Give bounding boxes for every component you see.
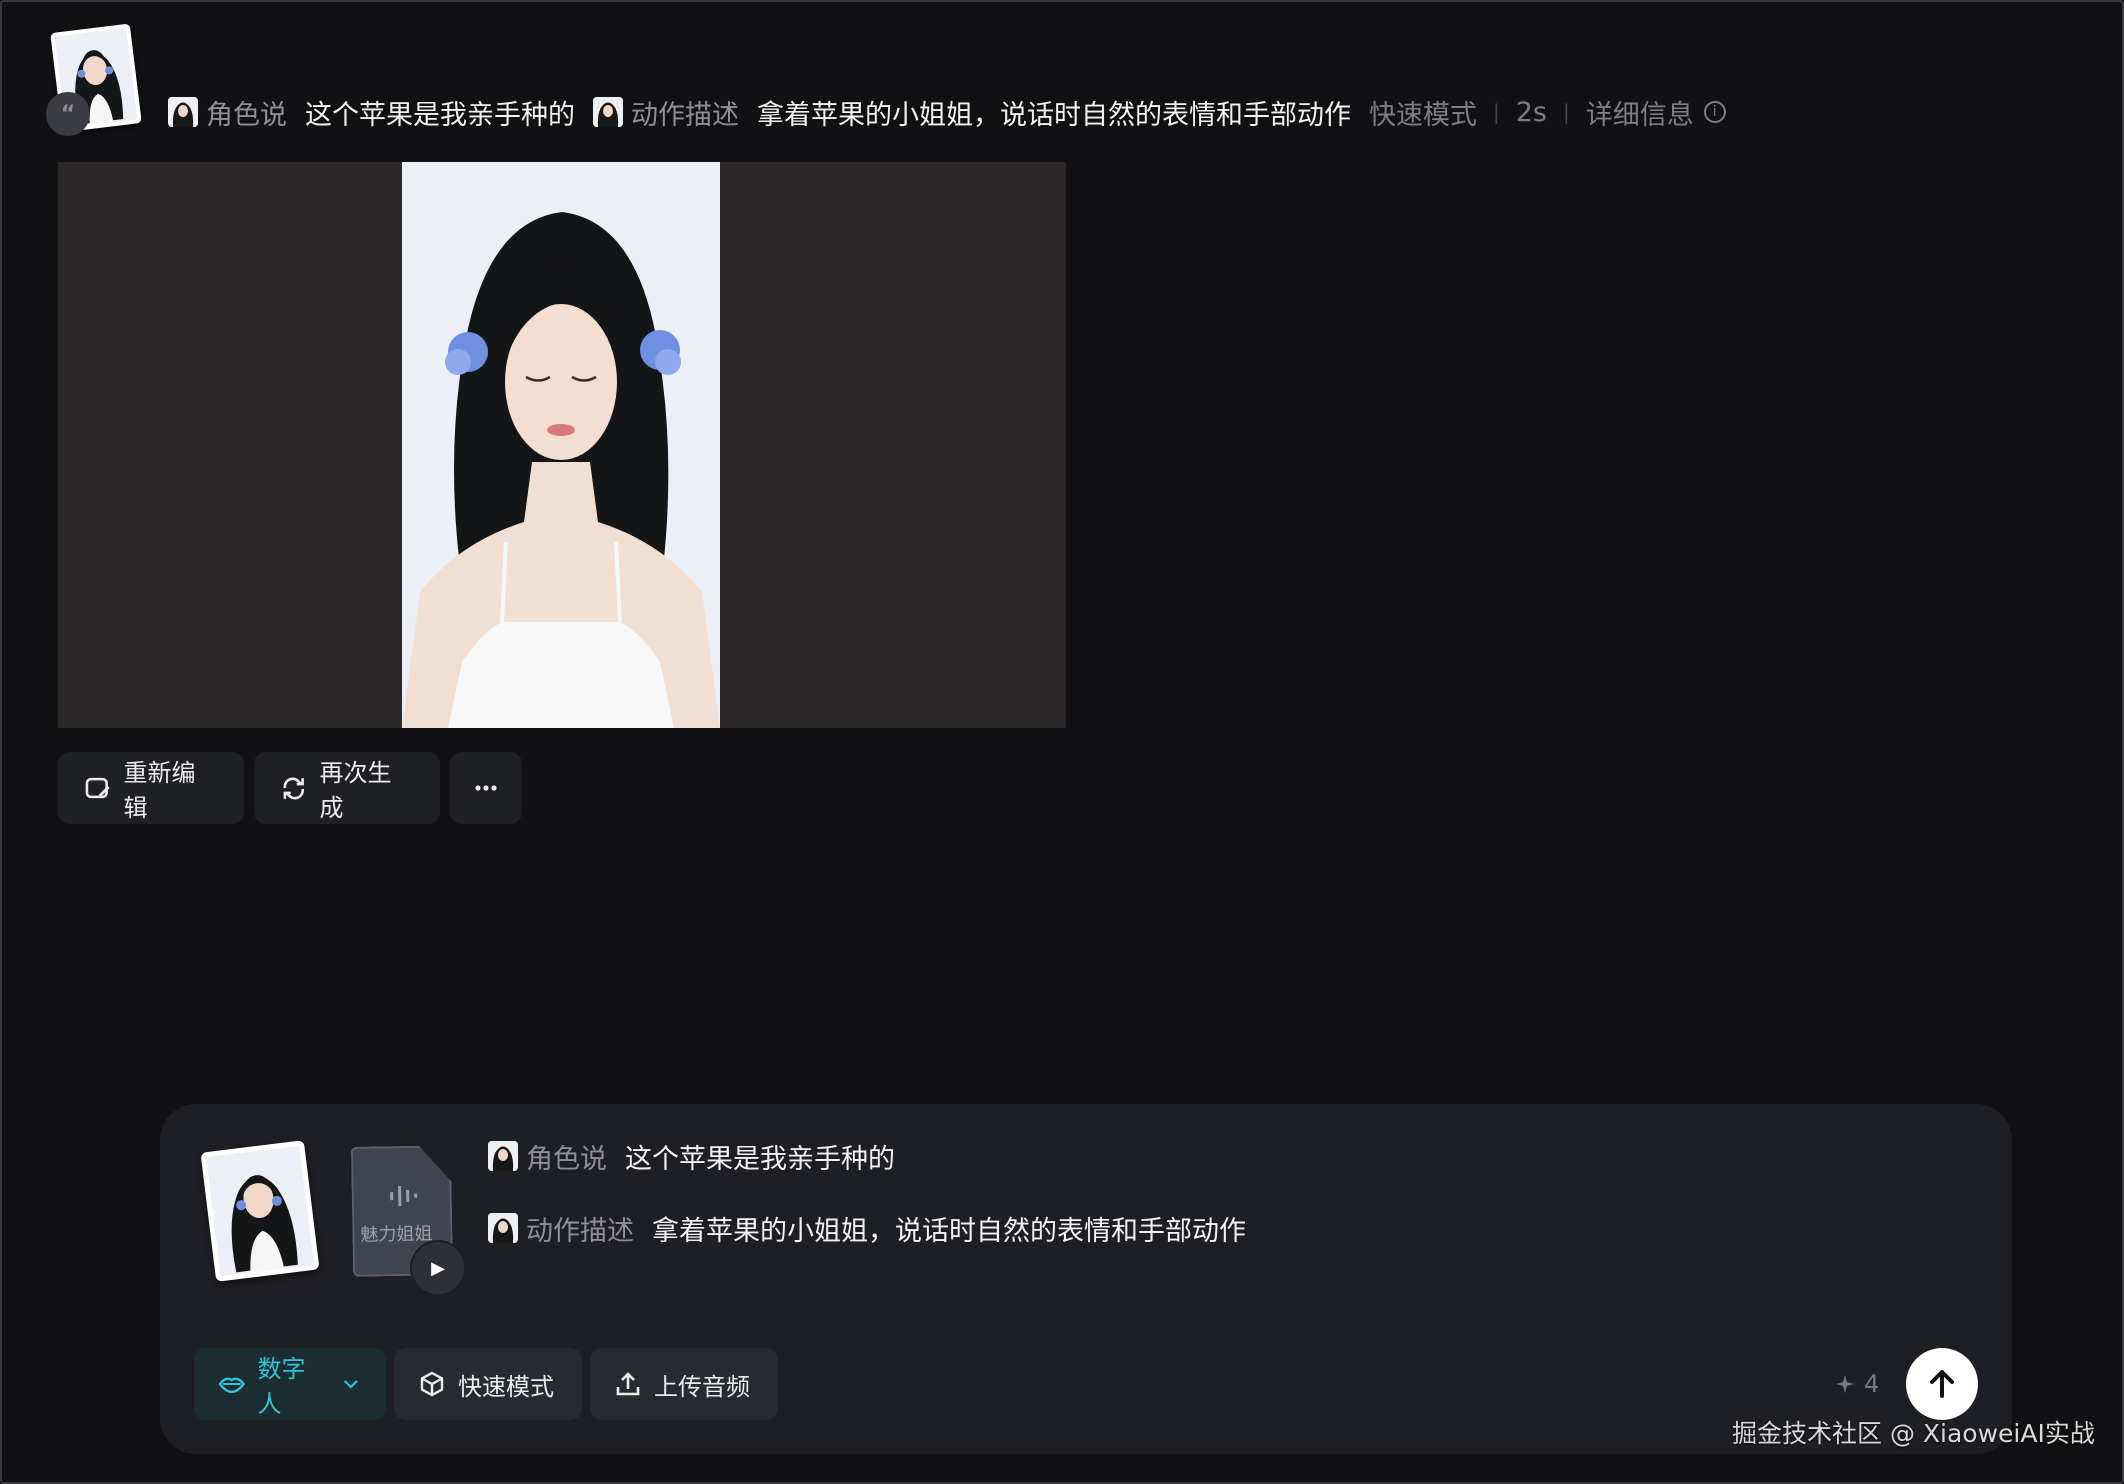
action-avatar-icon xyxy=(488,1213,518,1243)
fast-mode-label: 快速模式 xyxy=(458,1372,554,1401)
refresh-icon xyxy=(283,777,304,800)
sparkle-icon xyxy=(1835,1374,1855,1394)
more-icon xyxy=(475,785,497,791)
digital-human-label: 数字人 xyxy=(257,1355,306,1418)
action-description-text: 拿着苹果的小姐姐，说话时自然的表情和手部动作 xyxy=(757,99,1351,131)
action-avatar-icon xyxy=(593,97,623,127)
watermark: 掘金技术社区 @ XiaoweiAI实战 xyxy=(1732,1419,2095,1448)
divider: | xyxy=(1493,100,1500,124)
composer-role-says-line[interactable]: 角色说 这个苹果是我亲手种的 xyxy=(488,1136,913,1176)
regenerate-button[interactable]: 再次生成 xyxy=(254,752,440,824)
lips-icon xyxy=(218,1377,246,1394)
info-icon[interactable]: i xyxy=(1703,101,1726,123)
composer-action-line[interactable]: 动作描述 拿着苹果的小姐姐，说话时自然的表情和手部动作 xyxy=(488,1208,1264,1248)
role-says-label: 角色说 xyxy=(206,99,287,131)
digital-human-dropdown[interactable]: 数字人 xyxy=(194,1348,386,1420)
action-description-label: 动作描述 xyxy=(631,99,739,131)
fast-mode-button[interactable]: 快速模式 xyxy=(394,1348,582,1420)
upload-audio-button[interactable]: 上传音频 xyxy=(590,1348,778,1420)
composer-action-text: 拿着苹果的小姐姐，说话时自然的表情和手部动作 xyxy=(652,1215,1246,1247)
composer-reference-image[interactable] xyxy=(200,1140,320,1282)
re-edit-label: 重新编辑 xyxy=(123,759,196,822)
re-edit-button[interactable]: 重新编辑 xyxy=(58,752,244,824)
more-options-button[interactable] xyxy=(450,752,522,824)
role-says-text: 这个苹果是我亲手种的 xyxy=(305,99,575,131)
duration-label: 2s xyxy=(1515,96,1547,128)
quote-icon: “ xyxy=(46,92,90,136)
credit-cost: 4 xyxy=(1834,1368,1879,1400)
composer-role-says-label: 角色说 xyxy=(526,1143,607,1175)
details-link[interactable]: 详细信息 xyxy=(1586,93,1694,132)
role-avatar-icon xyxy=(488,1141,518,1171)
waveform-icon xyxy=(387,1182,419,1211)
generated-video-player[interactable] xyxy=(58,162,1066,728)
composer-action-label: 动作描述 xyxy=(526,1215,634,1247)
upload-audio-label: 上传音频 xyxy=(654,1372,750,1401)
mode-label: 快速模式 xyxy=(1369,99,1477,131)
role-avatar-icon xyxy=(168,97,198,127)
send-button[interactable] xyxy=(1906,1348,1978,1420)
play-icon[interactable]: ▶ xyxy=(410,1240,466,1296)
chevron-down-icon xyxy=(344,1380,359,1389)
composer-role-says-text: 这个苹果是我亲手种的 xyxy=(625,1143,895,1175)
arrow-up-icon xyxy=(1930,1370,1954,1398)
prompt-summary: 角色说 这个苹果是我亲手种的 动作描述 拿着苹果的小姐姐，说话时自然的表情和手部… xyxy=(168,92,1726,132)
cube-icon xyxy=(420,1371,444,1397)
upload-icon xyxy=(616,1372,640,1396)
video-frame xyxy=(402,162,720,728)
credit-count: 4 xyxy=(1864,1370,1880,1398)
divider: | xyxy=(1563,100,1570,124)
regenerate-label: 再次生成 xyxy=(319,759,392,822)
edit-icon xyxy=(85,777,110,799)
video-frame-image xyxy=(402,162,720,728)
composer-portrait-image xyxy=(206,1145,314,1277)
